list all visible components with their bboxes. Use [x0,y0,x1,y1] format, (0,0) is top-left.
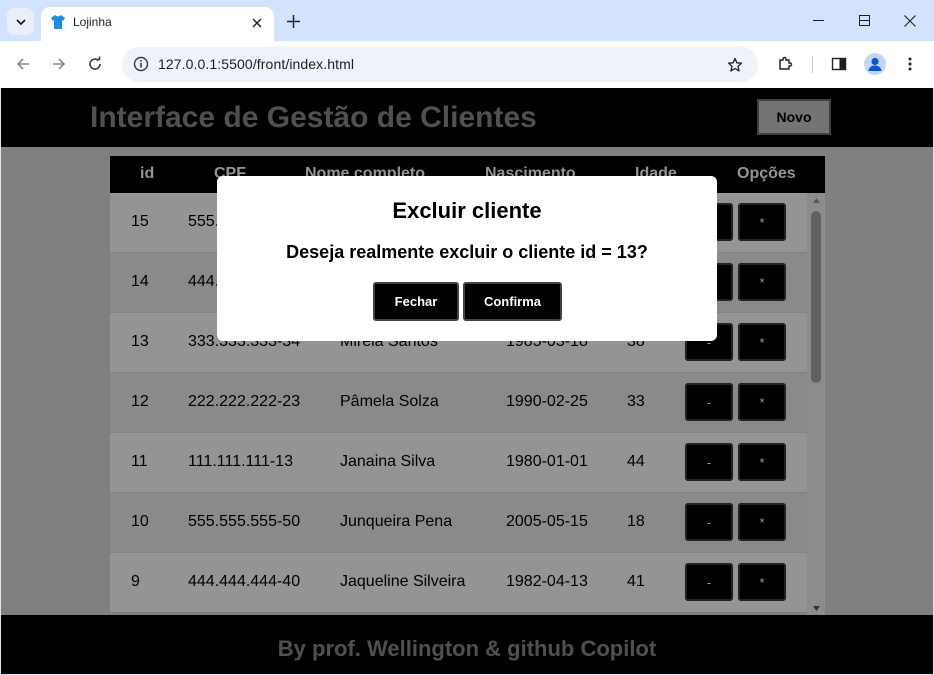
minimize-button-real[interactable] [795,0,841,41]
forward-icon [53,58,66,70]
window-close-button[interactable] [887,0,933,41]
extensions-button[interactable] [772,51,798,77]
side-panel-button[interactable] [826,51,852,77]
minimize-icon [812,20,824,21]
modal-title: Excluir cliente [392,198,542,223]
profile-icon [868,57,882,71]
toolbar-separator [812,56,813,73]
kebab-menu-icon [908,57,912,71]
maximize-icon [858,15,870,26]
site-info-button[interactable] [130,53,152,75]
site-info-icon [133,56,149,72]
confirm-delete-button[interactable]: Confirma [463,282,562,321]
back-button[interactable] [10,51,36,77]
tab-title: Lojinha [73,15,112,29]
browser-menu-button[interactable] [897,51,923,77]
address-bar[interactable]: 127.0.0.1:5500/front/index.html [122,47,758,82]
tab-search-icon [15,18,26,25]
tab-close-button[interactable] [247,13,267,33]
extensions-icon [779,56,793,70]
bookmark-button[interactable] [723,53,747,77]
close-modal-button[interactable]: Fechar [373,282,459,321]
browser-tab[interactable]: Lojinha [41,7,274,41]
profile-button[interactable] [864,53,886,75]
plus-icon [286,14,300,28]
reload-icon [89,56,101,70]
reload-button[interactable] [82,51,108,77]
delete-confirm-modal: Excluir cliente Deseja realmente excluir… [217,176,717,341]
url-text: 127.0.0.1:5500/front/index.html [158,56,355,72]
close-icon [252,18,262,28]
window-close-icon [904,14,916,27]
page-viewport: Interface de Gestão de Clientes Novo id … [1,88,933,674]
forward-button[interactable] [46,51,72,77]
side-panel-icon [831,57,847,71]
modal-message: Deseja realmente excluir o cliente id = … [286,242,648,262]
browser-toolbar: 127.0.0.1:5500/front/index.html [0,41,934,88]
tab-search-button[interactable] [7,8,34,35]
new-tab-button[interactable] [281,9,305,33]
maximize-button[interactable] [841,0,887,41]
star-icon [727,57,743,72]
back-icon [16,58,29,70]
browser-titlebar: Lojinha [0,0,934,41]
shirt-favicon-icon [51,15,65,29]
